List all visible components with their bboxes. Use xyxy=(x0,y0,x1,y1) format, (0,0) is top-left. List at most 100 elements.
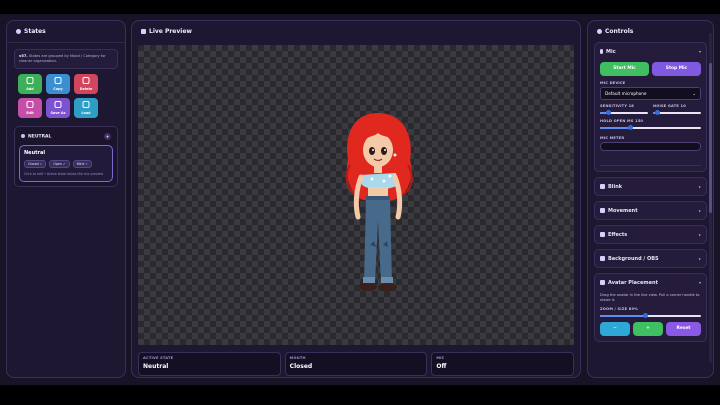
zoom-out-button[interactable]: − xyxy=(600,322,630,336)
status-row: ACTIVE STATE Neutral MOUTH Closed MIC Of… xyxy=(138,352,575,376)
add-label: Add xyxy=(26,87,34,91)
mic-meter-label: MIC METER xyxy=(600,136,625,140)
mouth-stat: MOUTH Closed xyxy=(284,352,428,376)
zoom-slider[interactable] xyxy=(600,313,701,318)
preview-header: Live Preview xyxy=(132,21,580,42)
group-header[interactable]: NEUTRAL + xyxy=(19,131,113,145)
group-title: NEUTRAL xyxy=(28,134,52,140)
blink-title: Blink xyxy=(608,183,623,190)
edit-icon xyxy=(26,101,34,108)
controls-title: Controls xyxy=(605,28,634,35)
divider xyxy=(600,165,701,166)
controls-header: Controls xyxy=(588,21,713,42)
chip-open: Open ✓ xyxy=(49,160,70,168)
mic-buttons: Start Mic Stop Mic xyxy=(600,62,701,76)
stat-value: Neutral xyxy=(143,363,169,370)
mic-meter xyxy=(600,142,701,151)
state-name: Neutral xyxy=(24,150,46,156)
placement-section: Avatar Placement ▾ Drag the avatar in th… xyxy=(594,273,707,342)
effects-header: Effects ▸ xyxy=(595,226,706,243)
save-as-label: Save As xyxy=(50,111,66,115)
eye-icon xyxy=(600,183,605,189)
chevron-right-icon: ▸ xyxy=(698,256,701,261)
sparkle-icon xyxy=(600,231,605,237)
placement-desc: Drag the avatar in the live view. Pull a… xyxy=(600,293,700,302)
delete-state-button[interactable]: Delete xyxy=(74,74,98,94)
placement-body: Drag the avatar in the live view. Pull a… xyxy=(595,291,706,341)
chevron-down-icon: ⌄ xyxy=(692,91,696,96)
image-icon xyxy=(600,255,605,261)
dot-icon xyxy=(16,29,21,34)
stat-value: Off xyxy=(436,363,447,370)
hold-open-slider[interactable] xyxy=(600,125,701,130)
mic-stat: MIC Off xyxy=(431,352,575,376)
states-info: v57. States are grouped by Mood / Catego… xyxy=(14,49,118,69)
folder-icon xyxy=(82,101,90,108)
sensitivity-slider[interactable] xyxy=(600,110,648,115)
mic-slider-pair: SENSITIVITY 18 NOISE GATE 10 xyxy=(600,104,701,115)
save-as-button[interactable]: Save As xyxy=(46,98,70,118)
add-state-button[interactable]: Add xyxy=(18,74,42,94)
states-panel: States v57. States are grouped by Mood /… xyxy=(6,20,126,378)
top-bar xyxy=(0,0,720,14)
state-group-neutral: NEUTRAL + Neutral Closed ✓ Open ✓ Blink … xyxy=(14,126,118,187)
load-button[interactable]: Load xyxy=(74,98,98,118)
chevron-down-icon: ▾ xyxy=(698,280,701,285)
movement-section[interactable]: Movement ▸ xyxy=(594,201,707,220)
state-card-neutral[interactable]: Neutral Closed ✓ Open ✓ Blink ✓ Click to… xyxy=(19,145,113,182)
sensitivity-label: SENSITIVITY 18 xyxy=(600,104,634,108)
stat-value: Closed xyxy=(289,363,313,370)
dot-icon xyxy=(21,133,25,138)
chip-closed: Closed ✓ xyxy=(24,160,47,168)
active-state-stat: ACTIVE STATE Neutral xyxy=(138,352,281,376)
group-add-icon[interactable]: + xyxy=(104,133,111,140)
delete-label: Delete xyxy=(79,87,93,91)
mic-title: Mic xyxy=(606,48,616,55)
mic-device-select[interactable]: Default microphone ⌄ xyxy=(600,87,701,100)
monitor-icon xyxy=(141,29,146,34)
movement-header: Movement ▸ xyxy=(595,202,706,219)
move-icon xyxy=(600,207,605,213)
effects-title: Effects xyxy=(608,231,628,238)
states-panel-title: States xyxy=(24,28,46,35)
app-window: States v57. States are grouped by Mood /… xyxy=(0,14,720,385)
zoom-in-button[interactable]: + xyxy=(633,322,663,336)
blink-section[interactable]: Blink ▸ xyxy=(594,177,707,196)
state-chips: Closed ✓ Open ✓ Blink ✓ xyxy=(24,160,108,168)
stop-mic-button[interactable]: Stop Mic xyxy=(652,62,701,76)
zoom-buttons: − + Reset xyxy=(600,322,701,336)
copy-state-button[interactable]: Copy xyxy=(46,74,70,94)
scrollbar-thumb[interactable] xyxy=(709,63,712,213)
mic-section-header[interactable]: Mic ▾ xyxy=(595,43,706,60)
states-panel-header: States xyxy=(7,21,125,43)
background-title: Background / OBS xyxy=(608,255,659,262)
start-mic-button[interactable]: Start Mic xyxy=(600,62,649,76)
blink-header: Blink ▸ xyxy=(595,178,706,195)
background-header: Background / OBS ▸ xyxy=(595,250,706,267)
state-action-buttons: Add Copy Delete Edit Save As Load xyxy=(18,74,116,118)
noise-gate-slider[interactable] xyxy=(653,110,701,115)
stat-label: MIC xyxy=(436,356,445,360)
copy-label: Copy xyxy=(53,87,63,91)
background-section[interactable]: Background / OBS ▸ xyxy=(594,249,707,268)
effects-section[interactable]: Effects ▸ xyxy=(594,225,707,244)
chip-blink: Blink ✓ xyxy=(72,160,93,168)
movement-title: Movement xyxy=(608,207,638,214)
reset-button[interactable]: Reset xyxy=(666,322,701,336)
controls-panel: Controls Mic ▾ Start Mic Stop Mic MIC DE… xyxy=(587,20,714,378)
edit-state-button[interactable]: Edit xyxy=(18,98,42,118)
plus-icon xyxy=(26,77,34,84)
copy-icon xyxy=(54,77,62,84)
stat-label: ACTIVE STATE xyxy=(143,356,174,360)
chevron-right-icon: ▸ xyxy=(698,208,701,213)
placement-header[interactable]: Avatar Placement ▾ xyxy=(595,274,706,291)
version-label: v57. xyxy=(19,54,28,58)
scrollbar[interactable] xyxy=(709,33,712,363)
target-icon xyxy=(600,279,605,285)
chevron-right-icon: ▸ xyxy=(698,232,701,237)
live-preview-canvas[interactable] xyxy=(138,45,574,345)
preview-title: Live Preview xyxy=(149,28,192,35)
zoom-label: ZOOM / SIZE 89% xyxy=(600,307,638,311)
mic-body: Start Mic Stop Mic MIC DEVICE Default mi… xyxy=(595,60,706,171)
avatar-character[interactable] xyxy=(328,105,428,305)
